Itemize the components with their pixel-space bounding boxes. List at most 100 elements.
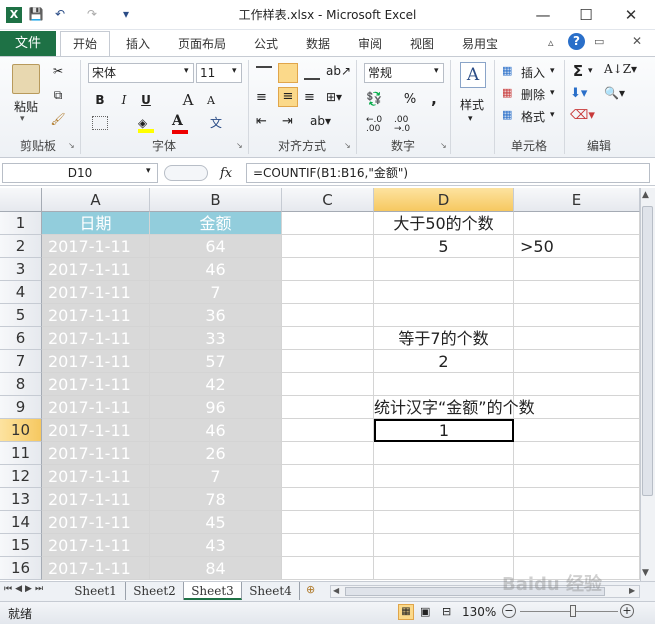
cell[interactable]: [374, 442, 514, 465]
merge-center-icon[interactable]: ⊞▾: [326, 90, 342, 104]
cell[interactable]: [282, 281, 374, 304]
number-launcher-icon[interactable]: ↘: [440, 141, 447, 150]
align-top-icon[interactable]: [256, 66, 272, 80]
fill-icon[interactable]: ⬇▾: [570, 86, 587, 101]
cell[interactable]: [282, 557, 374, 580]
active-cell[interactable]: 1: [374, 419, 514, 442]
cell[interactable]: [374, 465, 514, 488]
scroll-thumb[interactable]: [642, 206, 653, 496]
format-cells-button[interactable]: 格式: [518, 108, 548, 125]
borders-icon[interactable]: [92, 116, 108, 130]
data-cell[interactable]: 36: [150, 304, 282, 327]
cell[interactable]: [374, 281, 514, 304]
increase-font-icon[interactable]: A: [180, 91, 196, 109]
row-header[interactable]: 10: [0, 419, 42, 442]
select-all-corner[interactable]: [0, 188, 42, 212]
scroll-right-icon[interactable]: ▶: [629, 586, 635, 595]
save-icon[interactable]: 💾: [28, 6, 44, 22]
minimize-button[interactable]: —: [522, 0, 564, 30]
row-header[interactable]: 12: [0, 465, 42, 488]
row-header[interactable]: 4: [0, 281, 42, 304]
clipboard-launcher-icon[interactable]: ↘: [68, 141, 75, 150]
cell[interactable]: [514, 258, 640, 281]
align-left-icon[interactable]: ≡: [256, 90, 267, 105]
wen-pinyin-icon[interactable]: 文: [210, 114, 222, 131]
data-cell[interactable]: 2017-1-11: [42, 373, 150, 396]
number-format-select[interactable]: 常规: [364, 63, 444, 83]
window-restore-icon[interactable]: ▭: [594, 35, 604, 48]
tab-yiyongbao[interactable]: 易用宝: [452, 32, 508, 56]
zoom-slider[interactable]: [520, 611, 618, 612]
maximize-button[interactable]: ☐: [565, 0, 607, 30]
cell[interactable]: [282, 419, 374, 442]
column-header[interactable]: D: [374, 188, 514, 212]
cell[interactable]: [514, 373, 640, 396]
orientation-icon[interactable]: ab↗: [326, 64, 351, 78]
cell[interactable]: [374, 258, 514, 281]
cell[interactable]: [514, 488, 640, 511]
cell[interactable]: [282, 465, 374, 488]
data-cell[interactable]: 2017-1-11: [42, 557, 150, 580]
styles-group-label[interactable]: 样式: [452, 96, 492, 113]
insert-cells-button[interactable]: 插入: [518, 64, 548, 81]
tab-view[interactable]: 视图: [400, 32, 444, 56]
data-cell[interactable]: 2017-1-11: [42, 396, 150, 419]
window-close-small-icon[interactable]: ✕: [632, 34, 642, 48]
result-value[interactable]: 2: [374, 350, 514, 373]
bold-button[interactable]: B: [92, 93, 108, 107]
underline-button[interactable]: U: [138, 93, 154, 107]
cell[interactable]: [374, 488, 514, 511]
italic-button[interactable]: I: [116, 93, 132, 107]
cell[interactable]: [514, 304, 640, 327]
autosum-button[interactable]: Σ: [570, 62, 586, 80]
cell[interactable]: [282, 488, 374, 511]
paste-dropdown-icon[interactable]: ▾: [20, 114, 25, 124]
chevron-down-icon[interactable]: ▾: [468, 114, 473, 124]
percent-button[interactable]: %: [402, 92, 418, 107]
cell[interactable]: [374, 511, 514, 534]
row-header[interactable]: 5: [0, 304, 42, 327]
wrap-text-icon[interactable]: ab▾: [310, 114, 331, 128]
delete-cells-icon[interactable]: ▦: [502, 86, 512, 99]
align-bottom-icon[interactable]: [304, 66, 320, 80]
data-cell[interactable]: 26: [150, 442, 282, 465]
data-cell[interactable]: 46: [150, 419, 282, 442]
cell[interactable]: [282, 327, 374, 350]
increase-indent-icon[interactable]: ⇥: [282, 114, 293, 129]
styles-icon[interactable]: A: [460, 62, 486, 88]
decrease-decimal-icon[interactable]: .00 →.0: [394, 116, 410, 134]
data-cell[interactable]: 2017-1-11: [42, 235, 150, 258]
cell[interactable]: [282, 235, 374, 258]
fx-icon[interactable]: fx: [220, 166, 232, 181]
cell[interactable]: [282, 350, 374, 373]
cell[interactable]: [282, 258, 374, 281]
row-header[interactable]: 6: [0, 327, 42, 350]
cell[interactable]: [514, 212, 640, 235]
result-label[interactable]: 大于50的个数: [374, 212, 514, 235]
customize-toolbar-icon[interactable]: ▾: [118, 6, 134, 22]
cell[interactable]: [514, 327, 640, 350]
row-header[interactable]: 15: [0, 534, 42, 557]
data-cell[interactable]: 2017-1-11: [42, 488, 150, 511]
row-header[interactable]: 2: [0, 235, 42, 258]
cell[interactable]: [282, 511, 374, 534]
new-sheet-icon[interactable]: ⊕: [306, 583, 315, 596]
cell[interactable]: [282, 396, 374, 419]
data-cell[interactable]: 84: [150, 557, 282, 580]
copy-icon[interactable]: ⧉: [50, 88, 66, 103]
tab-insert[interactable]: 插入: [116, 32, 160, 56]
row-header[interactable]: 11: [0, 442, 42, 465]
row-header[interactable]: 14: [0, 511, 42, 534]
cell[interactable]: [374, 373, 514, 396]
font-launcher-icon[interactable]: ↘: [236, 141, 243, 150]
column-header[interactable]: E: [514, 188, 640, 212]
align-center-icon[interactable]: ≡: [278, 87, 298, 107]
row-header[interactable]: 9: [0, 396, 42, 419]
align-right-icon[interactable]: ≡: [304, 90, 315, 105]
sheet-tab[interactable]: Sheet4: [242, 582, 300, 600]
formula-expand-handle[interactable]: [164, 165, 208, 181]
data-cell[interactable]: 64: [150, 235, 282, 258]
cell[interactable]: [282, 534, 374, 557]
result-label[interactable]: 统计汉字“金额”的个数: [374, 396, 535, 419]
help-icon[interactable]: ?: [568, 33, 585, 50]
